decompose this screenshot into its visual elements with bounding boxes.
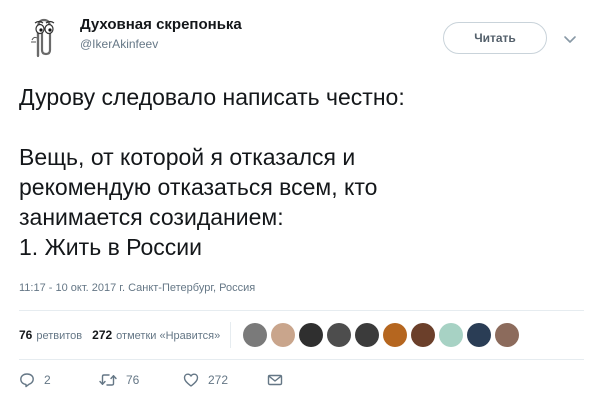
- liker-avatar[interactable]: [439, 323, 464, 347]
- liker-avatar[interactable]: [411, 323, 436, 347]
- retweet-button[interactable]: 76: [99, 372, 183, 388]
- liker-avatar[interactable]: [243, 323, 268, 347]
- liker-avatar[interactable]: [495, 323, 520, 347]
- paperclip-mascot-icon: [31, 18, 55, 58]
- reply-button[interactable]: 2: [19, 372, 99, 388]
- retweet-count: 76: [126, 373, 140, 387]
- author-display-name[interactable]: Духовная скрепонька: [80, 15, 242, 34]
- chevron-down-icon[interactable]: [562, 31, 578, 47]
- liker-avatar[interactable]: [299, 323, 324, 347]
- divider: [19, 310, 584, 311]
- liker-avatar[interactable]: [355, 323, 380, 347]
- retweets-count: 76: [19, 328, 33, 342]
- liker-avatar[interactable]: [467, 323, 492, 347]
- envelope-icon: [267, 374, 283, 386]
- liker-avatar[interactable]: [327, 323, 352, 347]
- likes-stat[interactable]: 272 отметки «Нравится»: [92, 328, 220, 342]
- retweets-stat[interactable]: 76 ретвитов: [19, 328, 82, 342]
- tweet-stats: 76 ретвитов 272 отметки «Нравится»: [19, 322, 520, 348]
- tweet-actions: 2 76 272: [19, 372, 283, 388]
- author-block: Духовная скрепонька @IkerAkinfeev: [80, 15, 242, 53]
- liker-avatar[interactable]: [383, 323, 408, 347]
- liker-avatar[interactable]: [271, 323, 296, 347]
- likes-label: отметки «Нравится»: [116, 330, 221, 342]
- retweet-icon: [99, 374, 117, 386]
- like-count: 272: [208, 373, 229, 387]
- stats-separator: [230, 322, 232, 348]
- direct-message-button[interactable]: [267, 372, 283, 388]
- avatar[interactable]: [18, 12, 66, 60]
- heart-icon: [183, 373, 199, 387]
- divider: [19, 359, 584, 360]
- tweet-text: Дурову следовало написать честно: Вещь, …: [19, 84, 405, 260]
- tweet-timestamp[interactable]: 11:17 - 10 окт. 2017 г. Санкт-Петербург,…: [19, 282, 255, 294]
- liker-avatars: [239, 323, 520, 347]
- tweet-header: Духовная скрепонька @IkerAkinfeev Читать: [0, 0, 603, 62]
- like-button[interactable]: 272: [183, 372, 267, 388]
- reply-count: 2: [44, 373, 51, 387]
- retweets-label: ретвитов: [36, 330, 83, 342]
- reply-icon: [20, 373, 34, 388]
- likes-count: 272: [92, 328, 113, 342]
- follow-button[interactable]: Читать: [443, 22, 547, 54]
- author-handle[interactable]: @IkerAkinfeev: [80, 35, 242, 53]
